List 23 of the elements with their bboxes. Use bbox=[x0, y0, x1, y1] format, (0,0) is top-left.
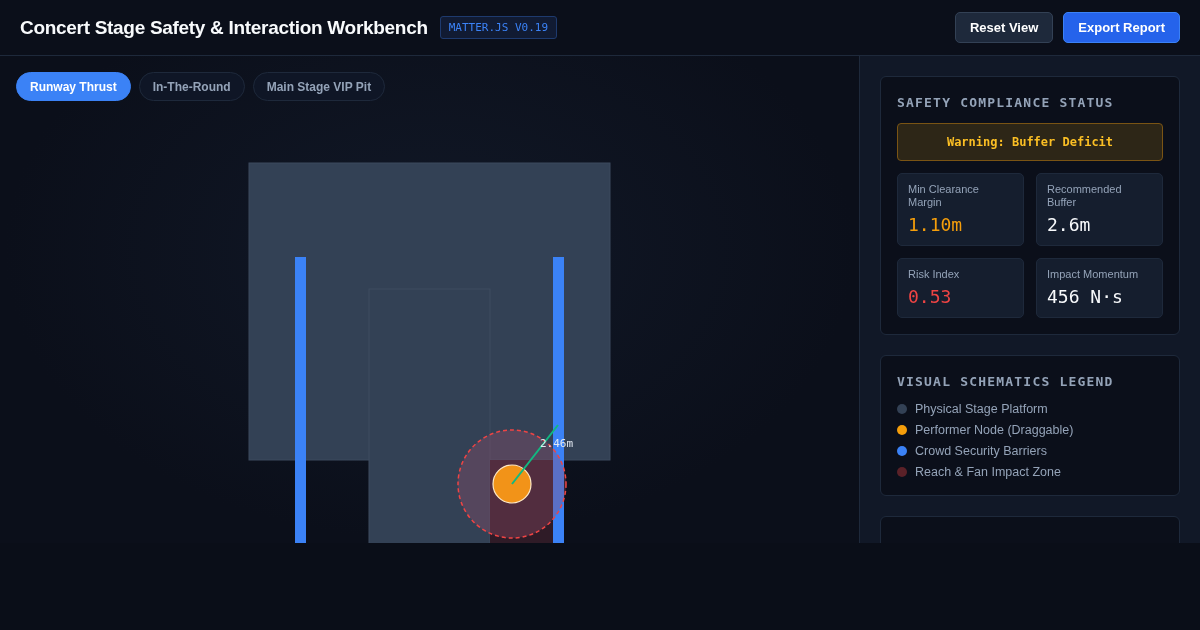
reset-button[interactable]: Reset View bbox=[954, 12, 1054, 43]
metric-value: 0.53 bbox=[908, 286, 953, 307]
legend-label: Crowd Security Barriers bbox=[915, 444, 1047, 458]
performer-node[interactable] bbox=[492, 464, 532, 504]
preset-tab[interactable]: In-The-Round bbox=[138, 72, 245, 101]
card-title: VISUAL SCHEMATICS LEGEND bbox=[897, 374, 1115, 389]
legend-label: Physical Stage Platform bbox=[915, 402, 1048, 416]
preset-tab[interactable]: Main Stage VIP Pit bbox=[252, 72, 386, 101]
preset-tab[interactable]: Runway Thrust bbox=[16, 72, 131, 101]
metric-value: 456 N·s bbox=[1047, 286, 1124, 307]
legend-label: Reach & Fan Impact Zone bbox=[915, 465, 1061, 479]
metric-value: 1.10m bbox=[908, 214, 964, 235]
metric-value: 2.6m bbox=[1047, 214, 1092, 235]
card-title: SAFETY COMPLIANCE STATUS bbox=[897, 95, 1115, 110]
export-button[interactable]: Export Report bbox=[1063, 12, 1180, 43]
warning-banner: Warning: Buffer Deficit bbox=[897, 123, 1163, 161]
legend-label: Performer Node (Draggable) bbox=[915, 423, 1074, 437]
version-badge: MATTER.JS V0.19 bbox=[439, 16, 558, 39]
app-title: Concert Stage Safety & Interaction Workbench bbox=[20, 16, 428, 39]
metric-label: Recommended Buffer bbox=[1047, 183, 1123, 209]
metric-label: Risk Index bbox=[908, 268, 961, 281]
metric-label: Min Clearance Margin bbox=[908, 183, 980, 209]
metric-label: Impact Momentum bbox=[1047, 268, 1140, 281]
